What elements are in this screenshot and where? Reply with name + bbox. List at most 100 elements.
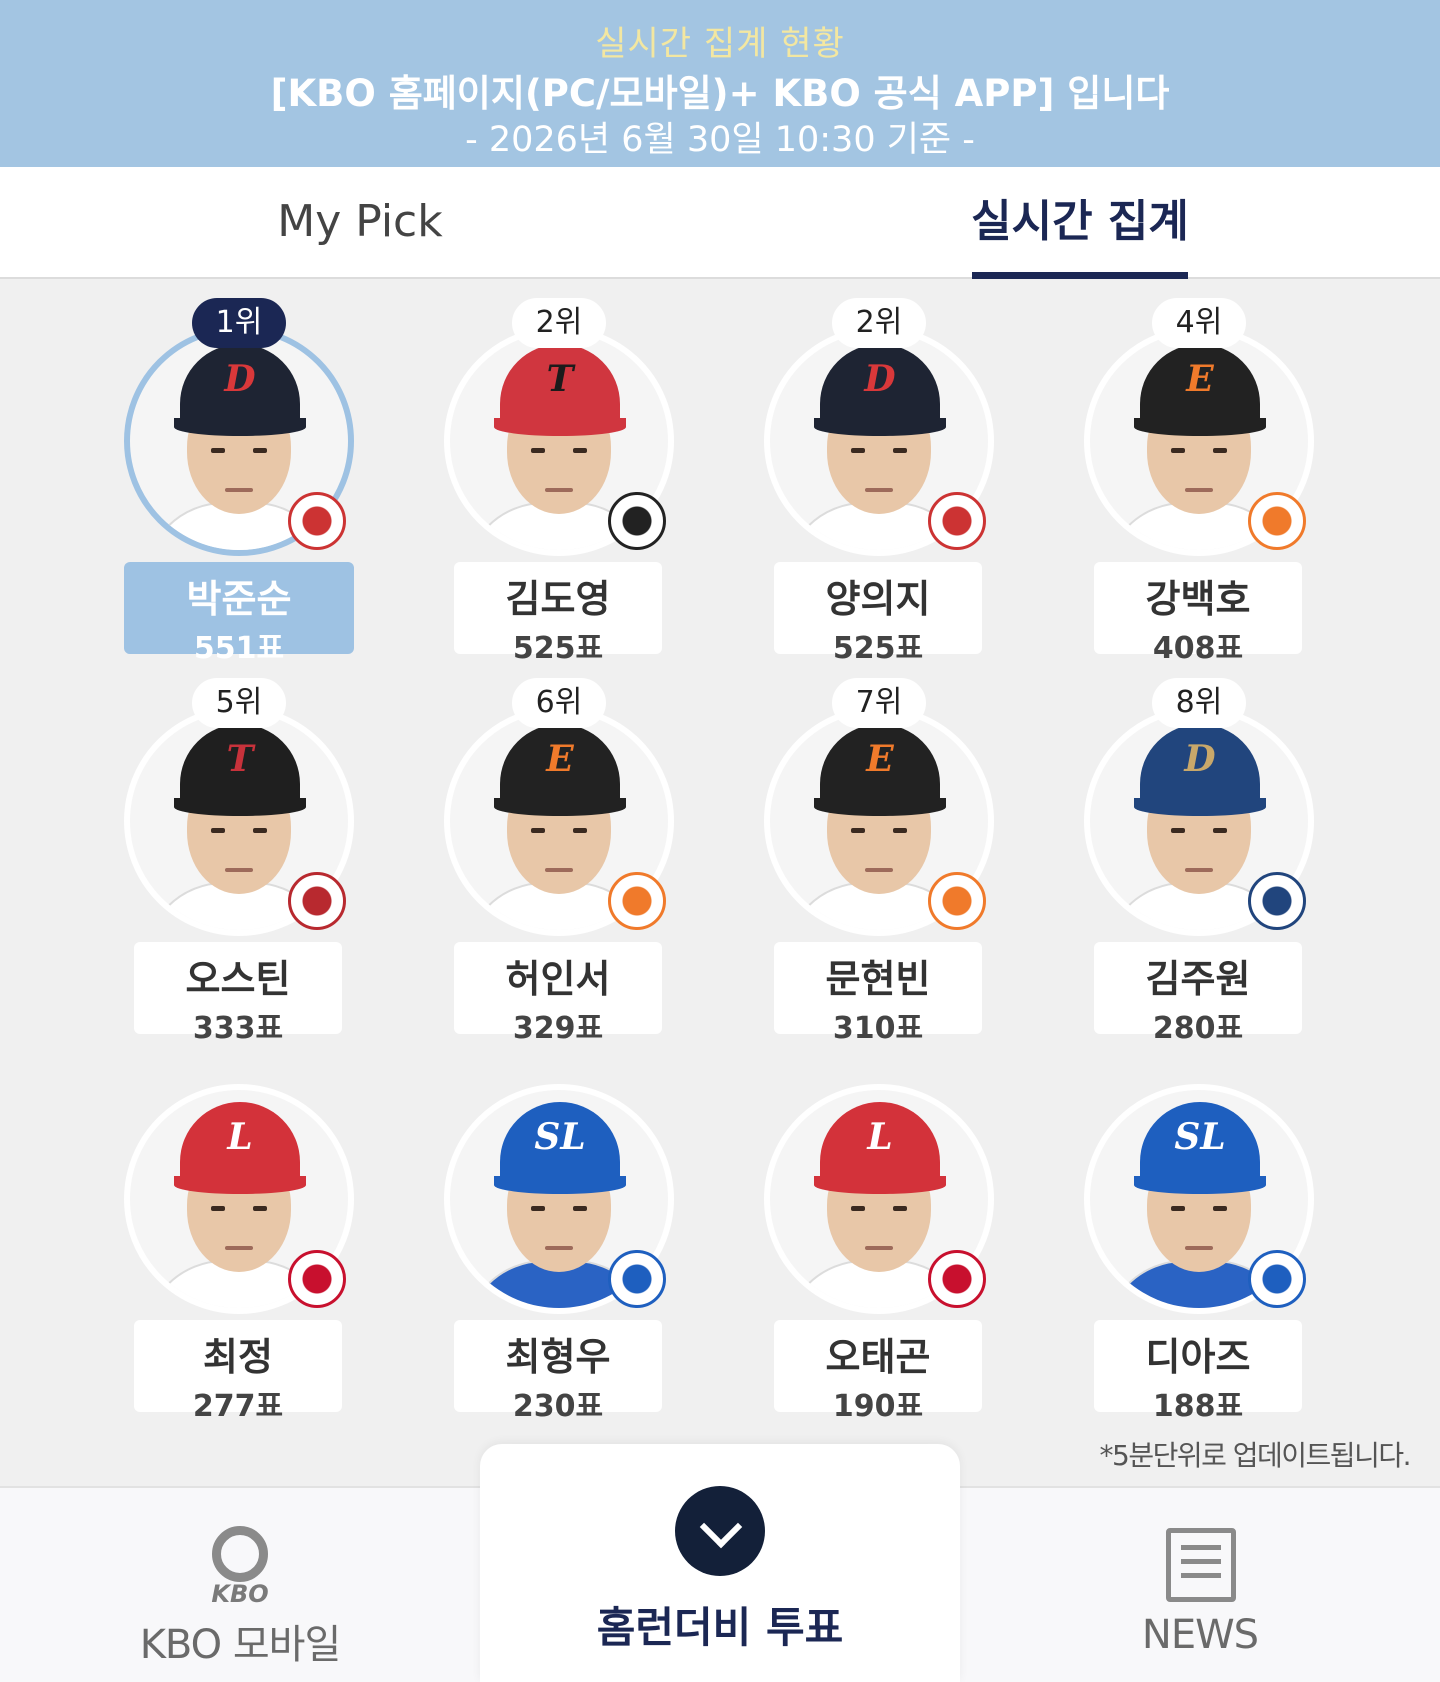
team-logo-icon bbox=[288, 872, 346, 930]
vote-count: 551표 bbox=[193, 631, 285, 666]
homerun-derby-vote-panel[interactable]: 홈런더비 투표 bbox=[480, 1444, 960, 1682]
cap-logo: T bbox=[226, 738, 254, 780]
cap-brim bbox=[174, 418, 306, 436]
tab-bar: My Pick 실시간 집계 bbox=[0, 167, 1440, 279]
player-info: 강백호 408표 bbox=[1094, 562, 1302, 666]
vote-count: 333표 bbox=[192, 1011, 284, 1046]
tab-live-count[interactable]: 실시간 집계 bbox=[720, 167, 1440, 279]
player-info: 문현빈 310표 bbox=[774, 942, 982, 1046]
player-card[interactable]: 2위 D 양의지 525표 bbox=[718, 280, 1038, 666]
cap-brim bbox=[494, 418, 626, 436]
player-cap: L bbox=[180, 1102, 300, 1184]
team-logo-icon bbox=[928, 492, 986, 550]
player-card[interactable]: 1위 D 박준순 551표 bbox=[78, 280, 398, 666]
player-info: 디아즈 188표 bbox=[1094, 1320, 1302, 1424]
player-card[interactable]: L 최정 277표 bbox=[78, 1038, 398, 1424]
player-cap: E bbox=[500, 724, 620, 806]
player-card[interactable]: 7위 E 문현빈 310표 bbox=[718, 660, 1038, 1046]
player-name: 오태곤 bbox=[825, 1335, 931, 1379]
player-card[interactable]: 2위 T 김도영 525표 bbox=[398, 280, 718, 666]
player-info: 최정 277표 bbox=[134, 1320, 342, 1424]
player-info: 김도영 525표 bbox=[454, 562, 662, 666]
cap-logo: D bbox=[864, 358, 896, 400]
player-name: 오스틴 bbox=[185, 957, 291, 1001]
player-card[interactable]: 4위 E 강백호 408표 bbox=[1038, 280, 1358, 666]
player-card[interactable]: 5위 T 오스틴 333표 bbox=[78, 660, 398, 1046]
player-name: 최형우 bbox=[505, 1335, 611, 1379]
rank-badge: 4위 bbox=[1152, 298, 1246, 348]
cap-brim bbox=[1134, 418, 1266, 436]
chevron-down-icon[interactable] bbox=[675, 1486, 765, 1576]
rank-badge: 6위 bbox=[512, 678, 606, 728]
tab-my-pick[interactable]: My Pick bbox=[0, 167, 720, 279]
player-cap: D bbox=[1140, 724, 1260, 806]
player-name: 김주원 bbox=[1145, 957, 1251, 1001]
player-card[interactable]: L 오태곤 190표 bbox=[718, 1038, 1038, 1424]
nav-kbo-mobile-label: KBO 모바일 bbox=[139, 1622, 342, 1668]
team-logo-icon bbox=[608, 1250, 666, 1308]
vote-count: 408표 bbox=[1152, 631, 1244, 666]
player-cap: D bbox=[180, 344, 300, 426]
homerun-derby-vote-label: 홈런더비 투표 bbox=[596, 1603, 844, 1652]
player-card[interactable]: 6위 E 허인서 329표 bbox=[398, 660, 718, 1046]
player-cap: SL bbox=[500, 1102, 620, 1184]
cap-logo: T bbox=[546, 358, 574, 400]
tab-live-label: 실시간 집계 bbox=[971, 196, 1189, 247]
rank-badge: 8위 bbox=[1152, 678, 1246, 728]
player-card[interactable]: 8위 D 김주원 280표 bbox=[1038, 660, 1358, 1046]
player-name: 양의지 bbox=[825, 577, 931, 621]
player-card[interactable]: SL 최형우 230표 bbox=[398, 1038, 718, 1424]
team-logo-icon bbox=[928, 872, 986, 930]
player-name: 박준순 bbox=[186, 577, 292, 621]
cap-logo: E bbox=[546, 738, 574, 780]
team-logo-icon bbox=[1248, 872, 1306, 930]
player-name: 디아즈 bbox=[1145, 1335, 1251, 1379]
cap-brim bbox=[494, 1176, 626, 1194]
cap-brim bbox=[814, 798, 946, 816]
player-info: 김주원 280표 bbox=[1094, 942, 1302, 1046]
cap-logo: D bbox=[1184, 738, 1216, 780]
player-cap: E bbox=[820, 724, 940, 806]
rank-badge: 2위 bbox=[512, 298, 606, 348]
player-info: 양의지 525표 bbox=[774, 562, 982, 666]
player-name: 강백호 bbox=[1145, 577, 1251, 621]
newspaper-icon bbox=[1166, 1528, 1236, 1602]
player-cap: T bbox=[500, 344, 620, 426]
cap-logo: SL bbox=[534, 1116, 586, 1158]
player-cap: L bbox=[820, 1102, 940, 1184]
player-cap: D bbox=[820, 344, 940, 426]
team-logo-icon bbox=[288, 1250, 346, 1308]
vote-count: 280표 bbox=[1152, 1011, 1244, 1046]
nav-news[interactable]: NEWS bbox=[1050, 1488, 1350, 1682]
player-info: 오태곤 190표 bbox=[774, 1320, 982, 1424]
rank-badge: 2위 bbox=[832, 298, 926, 348]
player-info: 박준순 551표 bbox=[124, 562, 354, 666]
player-name: 문현빈 bbox=[825, 957, 931, 1001]
nav-kbo-mobile[interactable]: KBO KBO 모바일 bbox=[90, 1488, 390, 1682]
team-logo-icon bbox=[928, 1250, 986, 1308]
cap-brim bbox=[814, 418, 946, 436]
player-info: 허인서 329표 bbox=[454, 942, 662, 1046]
kbo-logo-icon bbox=[212, 1526, 268, 1582]
cap-logo: D bbox=[224, 358, 256, 400]
active-tab-indicator bbox=[972, 272, 1188, 279]
player-cap: SL bbox=[1140, 1102, 1260, 1184]
cap-brim bbox=[174, 798, 306, 816]
rank-badge: 1위 bbox=[192, 298, 286, 348]
player-info: 오스틴 333표 bbox=[134, 942, 342, 1046]
player-name: 최정 bbox=[203, 1335, 273, 1379]
rank-badge: 7위 bbox=[832, 678, 926, 728]
kbo-logo-text: KBO bbox=[211, 1580, 269, 1608]
player-grid: 1위 D 박준순 551표 2위 T 김도영 525표 2위 D 양의지 525… bbox=[0, 280, 1440, 1486]
player-name: 허인서 bbox=[505, 957, 611, 1001]
cap-brim bbox=[174, 1176, 306, 1194]
team-logo-icon bbox=[608, 872, 666, 930]
player-card[interactable]: SL 디아즈 188표 bbox=[1038, 1038, 1358, 1424]
vote-count: 188표 bbox=[1152, 1389, 1244, 1424]
update-note: *5분단위로 업데이트됩니다. bbox=[1099, 1439, 1412, 1472]
team-logo-icon bbox=[1248, 1250, 1306, 1308]
cap-logo: E bbox=[866, 738, 894, 780]
vote-count: 230표 bbox=[512, 1389, 604, 1424]
cap-logo: E bbox=[1186, 358, 1214, 400]
cap-logo: L bbox=[867, 1116, 893, 1158]
